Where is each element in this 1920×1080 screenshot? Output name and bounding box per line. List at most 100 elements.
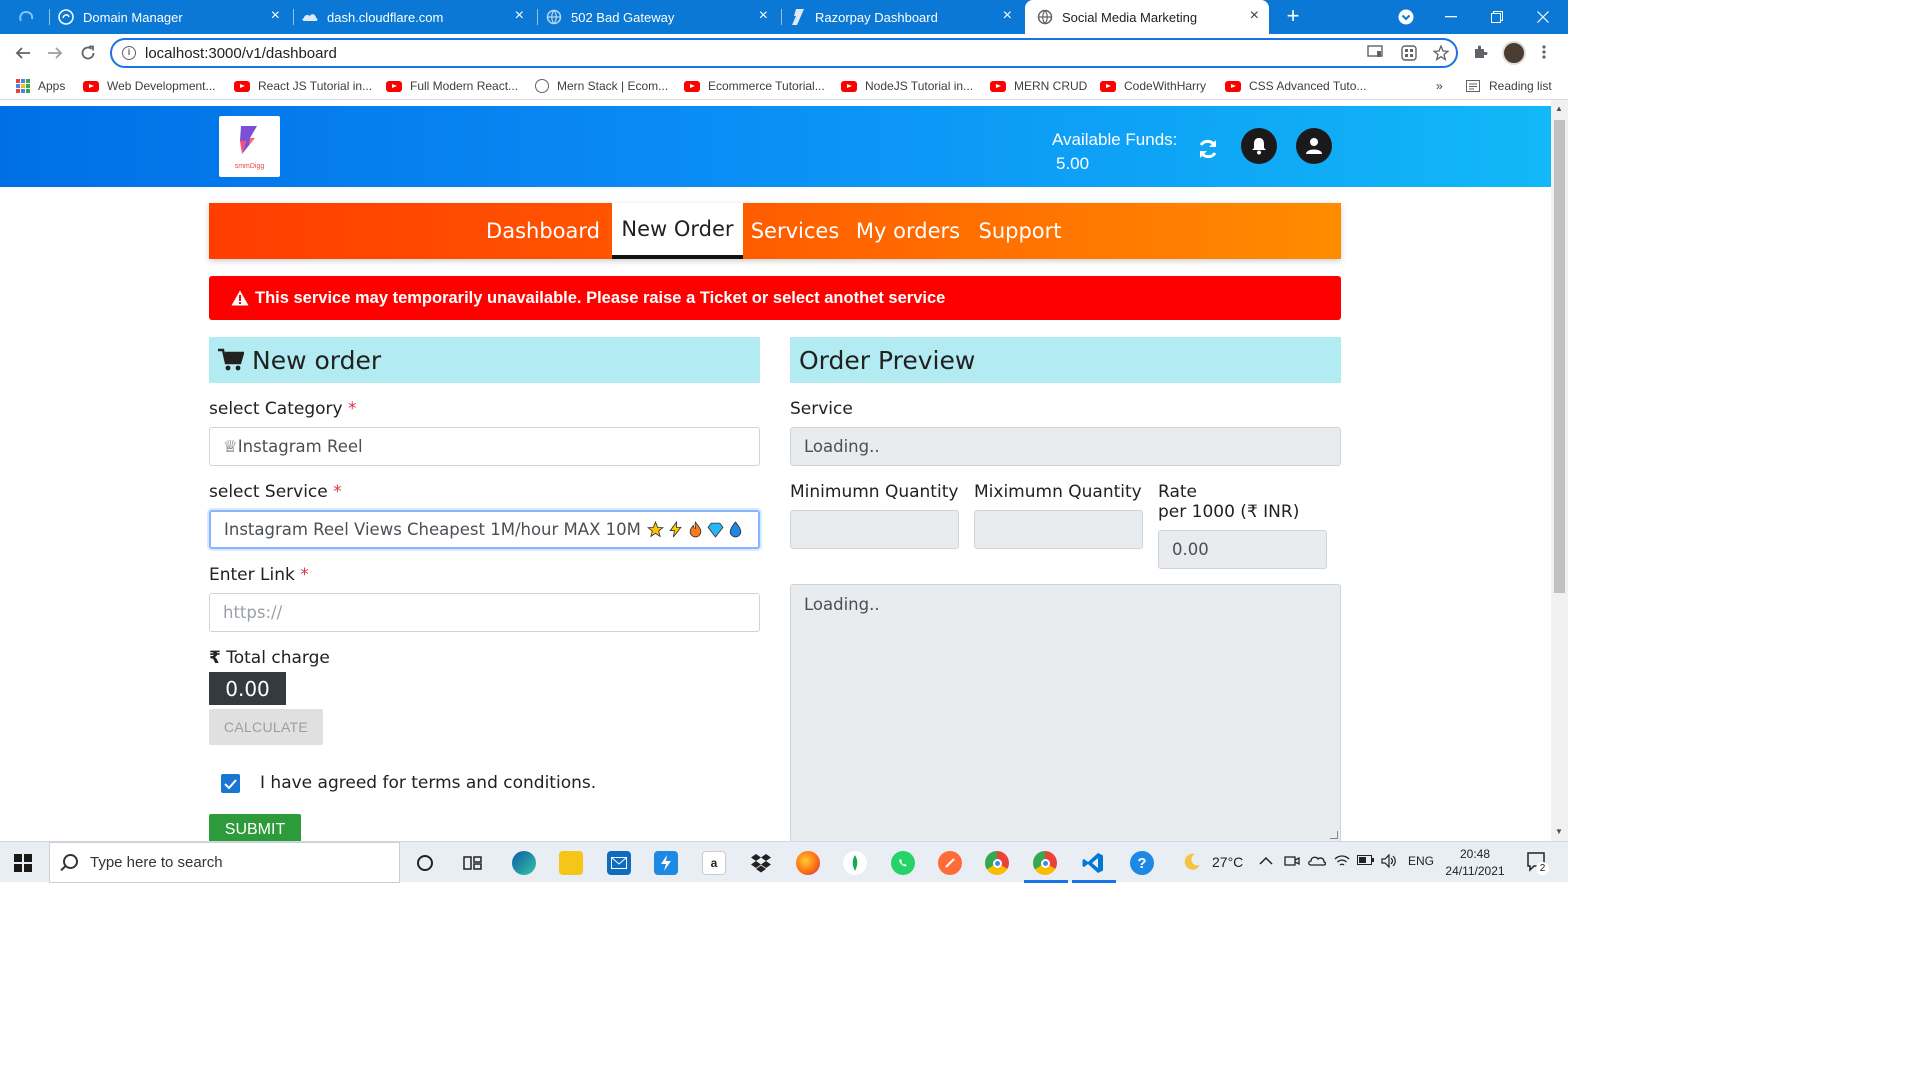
bookmarks-overflow-icon[interactable]: » [1436,78,1443,94]
available-funds-value: 5.00 [1056,154,1090,173]
system-clock[interactable]: 20:48 24/11/2021 [1440,846,1510,880]
task-view-icon[interactable] [461,851,485,875]
terms-checkbox[interactable] [221,774,240,793]
category-select[interactable]: ♕Instagram Reel [209,427,760,466]
panel-title-text: New order [252,345,382,375]
minimize-window-icon[interactable] [1428,0,1474,34]
apps-menu-icon[interactable] [1400,45,1418,63]
close-window-icon[interactable] [1520,0,1566,34]
notifications-button[interactable] [1241,128,1277,164]
tab-domain-manager[interactable]: Domain Manager × [58,0,290,34]
show-hidden-icons-icon[interactable] [1259,854,1273,869]
tab-search-icon[interactable] [1383,0,1429,34]
tab-razorpay[interactable]: Razorpay Dashboard × [790,0,1022,34]
help-icon[interactable]: ? [1130,851,1154,875]
bookmark-apps[interactable]: Apps [16,78,65,94]
menu-label: New Order [621,217,734,241]
bookmark-item[interactable]: NodeJS Tutorial in... [841,78,973,94]
firefox-icon[interactable] [796,851,820,875]
browser-tab-strip: Domain Manager × dash.cloudflare.com × 5… [0,0,1568,34]
close-tab-icon[interactable]: × [1250,8,1259,24]
menu-services[interactable]: Services [745,203,845,259]
close-tab-icon[interactable]: × [515,8,524,24]
chrome-icon[interactable] [985,851,1009,875]
bookmark-item[interactable]: Mern Stack | Ecom... [535,78,668,94]
wifi-icon[interactable] [1334,854,1350,871]
azure-icon[interactable] [654,851,678,875]
cloudflare-icon [302,9,318,25]
meet-now-icon[interactable] [1284,854,1300,871]
site-info-icon[interactable]: i [122,46,136,60]
close-tab-icon[interactable]: × [1003,8,1012,24]
bookmark-star-icon[interactable] [1432,44,1450,63]
service-description-area[interactable]: Loading.. [790,584,1341,841]
windows-start-icon[interactable] [14,854,32,872]
extensions-icon[interactable] [1472,44,1488,65]
terms-label[interactable]: I have agreed for terms and conditions. [260,773,596,793]
scroll-down-icon[interactable]: ▼ [1555,827,1563,836]
tab-cloudflare[interactable]: dash.cloudflare.com × [302,0,534,34]
weather-temperature[interactable]: 27°C [1212,854,1243,870]
mail-icon[interactable] [607,851,631,875]
bookmark-item[interactable]: Web Development... [83,78,216,94]
calculate-button[interactable]: CALCULATE [209,709,323,745]
reading-list-icon [1466,80,1480,92]
menu-my-orders[interactable]: My orders [853,203,963,259]
menu-new-order[interactable]: New Order [612,203,743,259]
close-tab-icon[interactable]: × [759,8,768,24]
url-text[interactable]: localhost:3000/v1/dashboard [145,45,337,62]
submit-button[interactable]: SUBMIT [209,814,301,841]
volume-icon[interactable] [1381,853,1397,871]
back-icon[interactable] [10,41,36,65]
link-input[interactable]: https:// [209,593,760,632]
edge-icon[interactable] [512,851,536,875]
weather-icon[interactable] [1182,852,1202,875]
site-logo[interactable]: smmDigg [219,116,280,177]
forward-icon[interactable] [42,41,68,65]
vscode-icon[interactable] [1081,851,1105,875]
page-scrollbar[interactable]: ▲ ▼ [1551,100,1568,841]
refresh-funds-icon[interactable] [1196,137,1220,161]
browser-app-icon[interactable] [18,9,36,25]
mongodb-compass-icon[interactable] [843,851,867,875]
cortana-icon[interactable] [413,851,437,875]
menu-support[interactable]: Support [973,203,1067,259]
reading-list[interactable]: Reading list [1466,78,1552,94]
onedrive-icon[interactable] [1308,854,1327,869]
required-mark: * [333,482,342,502]
bookmark-item[interactable]: React JS Tutorial in... [234,78,372,94]
service-select[interactable]: Instagram Reel Views Cheapest 1M/hour MA… [209,510,760,549]
reload-icon[interactable] [75,41,101,65]
restore-window-icon[interactable] [1474,0,1520,34]
tab-bad-gateway[interactable]: 502 Bad Gateway × [546,0,778,34]
tab-social-media-marketing[interactable]: Social Media Marketing × [1025,0,1269,34]
amazon-icon[interactable]: a [702,851,726,875]
bookmark-item[interactable]: Ecommerce Tutorial... [684,78,825,94]
taskbar-search[interactable]: Type here to search [49,842,400,883]
more-menu-icon[interactable] [1542,44,1546,65]
new-tab-button[interactable]: + [1282,5,1304,28]
menu-dashboard[interactable]: Dashboard [481,203,605,259]
battery-icon[interactable] [1357,854,1375,869]
bookmark-item[interactable]: MERN CRUD [990,78,1087,94]
address-bar[interactable]: i localhost:3000/v1/dashboard [110,38,1458,68]
postman-icon[interactable] [938,851,962,875]
file-explorer-icon[interactable] [559,851,583,875]
bookmark-item[interactable]: CodeWithHarry [1100,78,1206,94]
dropbox-icon[interactable] [749,851,773,875]
profile-avatar[interactable] [1502,41,1526,65]
whatsapp-icon[interactable] [891,851,915,875]
resize-grip-icon[interactable] [1330,831,1338,839]
close-tab-icon[interactable]: × [271,8,280,24]
scrollbar-thumb[interactable] [1554,120,1565,593]
chrome-profile-icon[interactable] [1033,851,1057,875]
user-account-button[interactable] [1296,128,1332,164]
cart-icon [218,348,244,371]
cast-icon[interactable] [1366,45,1384,63]
bookmark-item[interactable]: Full Modern React... [386,78,518,94]
language-indicator[interactable]: ENG [1408,854,1434,868]
bookmarks-bar: Apps Web Development... React JS Tutoria… [0,72,1568,100]
scroll-up-icon[interactable]: ▲ [1555,104,1563,113]
droplet-icon [727,521,744,538]
bookmark-item[interactable]: CSS Advanced Tuto... [1225,78,1366,94]
